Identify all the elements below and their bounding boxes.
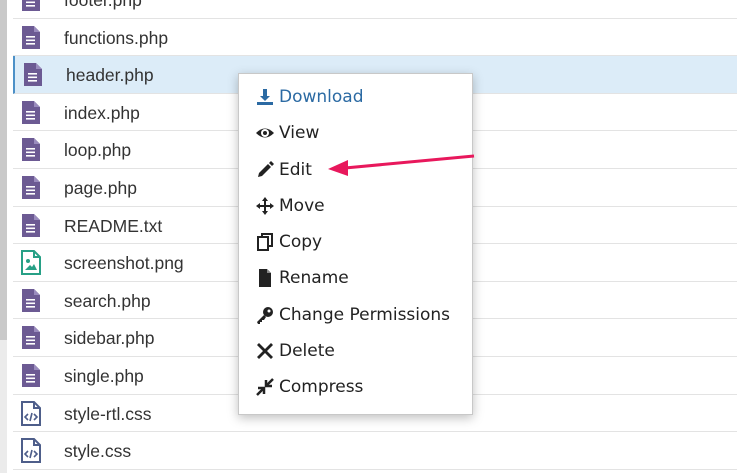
annotation-arrow — [328, 154, 475, 176]
